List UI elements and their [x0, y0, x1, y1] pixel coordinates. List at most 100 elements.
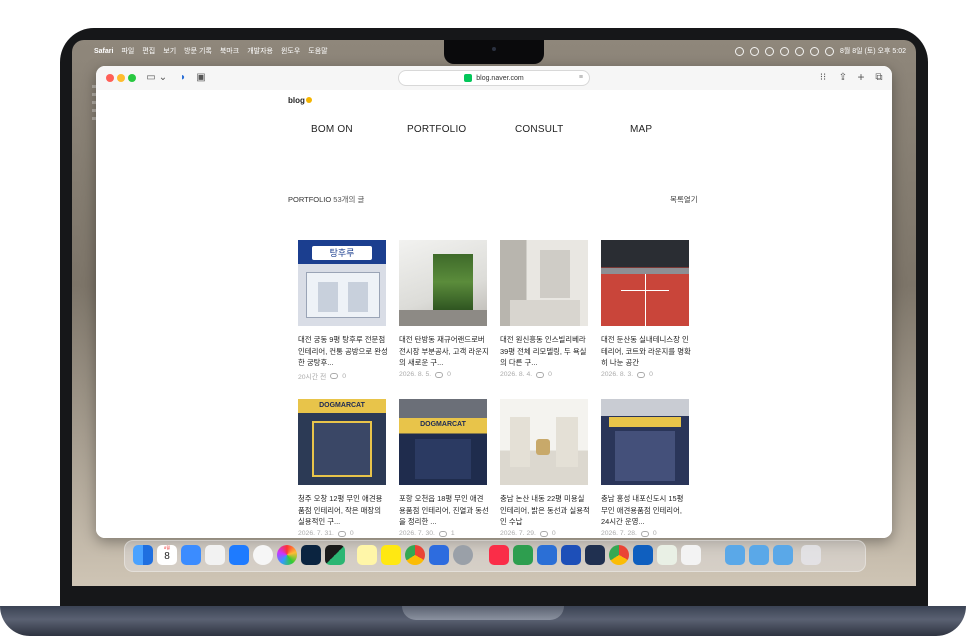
menu-file[interactable]: 파일	[121, 46, 134, 56]
comment-icon	[539, 530, 548, 537]
kakaotalk-icon[interactable]	[381, 545, 401, 565]
menubar-clock[interactable]: 8월 8일 (토) 오후 5:02	[840, 46, 906, 56]
post-thumbnail[interactable]	[601, 399, 689, 485]
camera-notch	[444, 40, 544, 64]
post-thumbnail[interactable]	[500, 240, 588, 326]
sync-status-icon[interactable]	[764, 46, 774, 56]
menu-edit[interactable]: 편집	[142, 46, 155, 56]
post-comments: 0	[551, 530, 556, 537]
post-date: 2026. 8. 3.	[601, 371, 634, 378]
post-card[interactable]: 대전 둔산동 실내테니스장 인테리어, 코트와 라운지를 명확히 나눈 공간 2…	[601, 240, 691, 378]
stocks-icon[interactable]	[657, 545, 677, 565]
minimize-window-button[interactable]	[117, 74, 125, 82]
record-status-icon[interactable]	[734, 46, 744, 56]
folder-icon[interactable]	[725, 545, 745, 565]
network-app-icon[interactable]	[537, 545, 557, 565]
comment-icon	[330, 373, 339, 379]
close-window-button[interactable]	[106, 74, 114, 82]
notes-icon[interactable]	[357, 545, 377, 565]
post-card[interactable]: DOGMARCAT 청주 오창 12평 무인 애견용품점 인테리어, 작은 매장…	[298, 399, 388, 537]
post-title[interactable]: 충남 논산 내동 22평 미용실 인테리어, 밝은 동선과 실용적인 수납	[500, 493, 590, 528]
post-title[interactable]: 대전 원신흥동 인스빌리베라 39평 전체 리모델링, 두 욕실의 다른 구..…	[500, 334, 590, 369]
nav-portfolio[interactable]: PORTFOLIO	[407, 124, 466, 135]
preview-icon[interactable]	[585, 545, 605, 565]
photos-icon[interactable]	[277, 545, 297, 565]
launchpad-icon[interactable]	[205, 545, 225, 565]
post-card[interactable]: DOGMARCAT 포항 오천읍 18평 무인 애견용품점 인테리어, 진열과 …	[399, 399, 489, 537]
comment-icon	[337, 530, 346, 537]
post-title[interactable]: 대전 둔산동 실내테니스장 인테리어, 코트와 라운지를 명확히 나눈 공간	[601, 334, 691, 369]
battery-status-icon[interactable]	[779, 46, 789, 56]
extensions-grid-icon[interactable]: ⁝⁝	[816, 71, 830, 84]
post-card[interactable]: 충남 홍성 내포신도시 15평 무인 애견용품점 인테리어, 24시간 운영..…	[601, 399, 691, 537]
calendar-day: 8	[164, 551, 170, 562]
post-thumbnail[interactable]: DOGMARCAT	[298, 399, 386, 485]
downloads-folder-icon[interactable]	[749, 545, 769, 565]
wifi-icon[interactable]	[794, 46, 804, 56]
menu-help[interactable]: 도움말	[308, 46, 327, 56]
post-title[interactable]: 청주 오창 12평 무인 애견용품점 인테리어, 작은 매장의 실용적인 구..…	[298, 493, 388, 528]
control-center-icon[interactable]	[824, 46, 834, 56]
outlook-icon[interactable]	[633, 545, 653, 565]
system-settings-icon[interactable]	[453, 545, 473, 565]
post-card[interactable]: 대전 원신흥동 인스빌리베라 39평 전체 리모델링, 두 욕실의 다른 구..…	[500, 240, 590, 378]
post-date: 2026. 7. 28.	[601, 530, 637, 537]
address-bar[interactable]: blog.naver.com ≡	[398, 70, 590, 86]
post-date: 2026. 8. 4.	[500, 371, 533, 378]
share-icon[interactable]: ⇪	[836, 71, 850, 84]
post-title[interactable]: 대전 궁동 9평 탕후루 전문점 인테리어, 컨통 공방으로 완성한 궁탕후..…	[298, 334, 388, 369]
sketchup-icon[interactable]	[325, 545, 345, 565]
post-title[interactable]: 충남 홍성 내포신도시 15평 무인 애견용품점 인테리어, 24시간 운영..…	[601, 493, 691, 528]
post-card[interactable]: 충남 논산 내동 22평 미용실 인테리어, 밝은 동선과 실용적인 수납 20…	[500, 399, 590, 537]
tab-icon[interactable]: ▣	[194, 71, 208, 84]
post-thumbnail[interactable]	[601, 240, 689, 326]
blog-logo-dot-icon	[305, 97, 312, 103]
music-icon[interactable]	[489, 545, 509, 565]
post-date: 2026. 7. 29.	[500, 530, 536, 537]
nav-bom-on[interactable]: BOM ON	[311, 124, 353, 135]
photoshop-icon[interactable]	[301, 545, 321, 565]
zoom-window-button[interactable]	[128, 74, 136, 82]
finder-icon[interactable]	[133, 545, 153, 565]
post-meta: 2026. 7. 29. 0	[500, 530, 590, 537]
gemini-icon[interactable]	[681, 545, 701, 565]
shield-icon[interactable]: ◗	[176, 71, 190, 84]
reader-icon[interactable]: ≡	[579, 74, 583, 81]
chevron-down-icon[interactable]: ⌄	[156, 71, 170, 84]
post-thumbnail[interactable]: 탕후루	[298, 240, 386, 326]
menu-bookmarks[interactable]: 북마크	[220, 46, 239, 56]
toggle-list-button[interactable]: 목록열기	[670, 194, 698, 205]
menu-window[interactable]: 윈도우	[281, 46, 300, 56]
post-meta: 2026. 8. 5. 0	[399, 371, 489, 378]
blog-page: blog BOM ON PORTFOLIO CONSULT MAP PORTFO…	[96, 90, 892, 538]
chrome-icon[interactable]	[405, 545, 425, 565]
menu-history[interactable]: 방문 기록	[184, 46, 212, 56]
search-icon[interactable]	[809, 46, 819, 56]
calendar-icon[interactable]: 8월 8	[157, 545, 177, 565]
menu-view[interactable]: 보기	[163, 46, 176, 56]
mail-icon[interactable]	[181, 545, 201, 565]
menu-develop[interactable]: 개발자용	[247, 46, 273, 56]
finance-app-icon[interactable]	[513, 545, 533, 565]
new-tab-icon[interactable]: +	[854, 71, 868, 84]
post-title[interactable]: 대전 탄방동 재규어랜드로버 전시장 부분공사, 고객 라운지의 새로운 구..…	[399, 334, 489, 369]
play-status-icon[interactable]	[749, 46, 759, 56]
trash-icon[interactable]	[801, 545, 821, 565]
blog-logo[interactable]: blog	[288, 96, 312, 105]
post-thumbnail[interactable]: DOGMARCAT	[399, 399, 487, 485]
post-thumbnail[interactable]	[500, 399, 588, 485]
remote-app-icon[interactable]	[561, 545, 581, 565]
post-thumbnail[interactable]	[399, 240, 487, 326]
post-card[interactable]: 탕후루 대전 궁동 9평 탕후루 전문점 인테리어, 컨통 공방으로 완성한 궁…	[298, 240, 388, 381]
nav-map[interactable]: MAP	[630, 124, 652, 135]
chatgpt-icon[interactable]	[253, 545, 273, 565]
safari-icon[interactable]	[229, 545, 249, 565]
post-title[interactable]: 포항 오천읍 18평 무인 애견용품점 인테리어, 진열과 동선을 정리한 ..…	[399, 493, 489, 528]
nav-consult[interactable]: CONSULT	[515, 124, 563, 135]
chrome-profile-icon[interactable]	[609, 545, 629, 565]
post-card[interactable]: 대전 탄방동 재규어랜드로버 전시장 부분공사, 고객 라운지의 새로운 구..…	[399, 240, 489, 378]
reminders-icon[interactable]	[429, 545, 449, 565]
tab-overview-icon[interactable]: ⧉	[872, 71, 886, 84]
documents-folder-icon[interactable]	[773, 545, 793, 565]
menu-app-name[interactable]: Safari	[94, 48, 113, 55]
